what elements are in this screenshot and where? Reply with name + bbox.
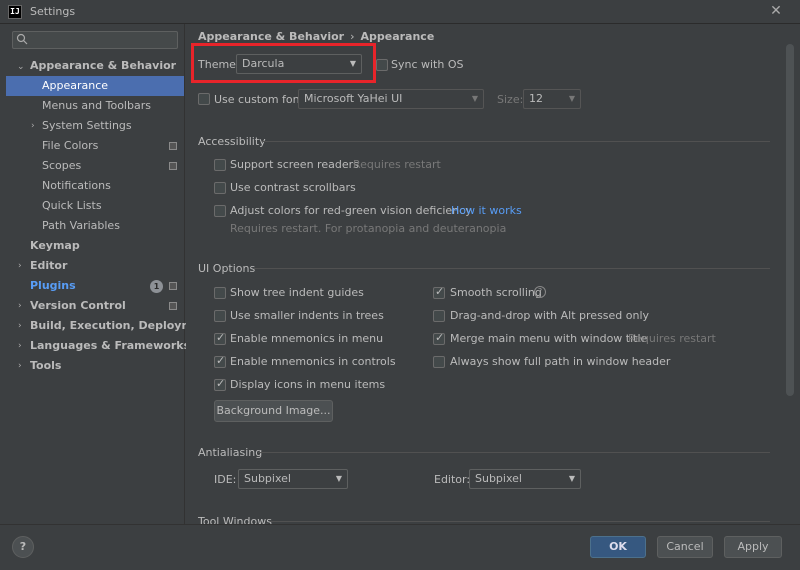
editor-antialiasing-label: Editor: <box>434 473 471 486</box>
sidebar-item-editor[interactable]: Editor <box>30 256 67 276</box>
chevron-down-icon[interactable]: ⌄ <box>17 62 27 72</box>
section-divider <box>270 521 770 522</box>
chevron-right-icon[interactable]: › <box>18 321 28 331</box>
sidebar-item-appearance-behavior[interactable]: Appearance & Behavior <box>30 56 176 76</box>
dropdown-arrow-icon: ▼ <box>335 474 342 483</box>
tree-guides-label: Show tree indent guides <box>230 286 364 299</box>
chevron-right-icon[interactable]: › <box>18 361 28 371</box>
sidebar-item-system-settings[interactable]: System Settings <box>42 116 132 136</box>
theme-highlight-box <box>191 43 376 83</box>
sidebar-item-version-control[interactable]: Version Control <box>30 296 126 316</box>
project-level-icon <box>169 142 177 150</box>
title-bar <box>0 0 800 24</box>
ide-antialiasing-dropdown[interactable]: Subpixel ▼ <box>238 469 348 489</box>
display-icons-label: Display icons in menu items <box>230 378 386 391</box>
close-icon[interactable]: ✕ <box>768 3 784 19</box>
merge-menu-checkbox[interactable] <box>433 331 445 345</box>
chevron-right-icon[interactable]: › <box>18 301 28 311</box>
font-dropdown[interactable]: Microsoft YaHei UI ▼ <box>298 89 484 109</box>
sidebar-item-languages[interactable]: Languages & Frameworks <box>30 336 190 356</box>
section-divider <box>254 268 770 269</box>
cancel-button[interactable]: Cancel <box>657 536 713 558</box>
editor-antialiasing-value: Subpixel <box>475 472 522 485</box>
sidebar-item-notifications[interactable]: Notifications <box>42 176 111 196</box>
screen-readers-hint: Requires restart <box>353 158 441 171</box>
contrast-scrollbars-checkbox[interactable] <box>214 182 226 194</box>
color-deficiency-label: Adjust colors for red-green vision defic… <box>230 204 472 217</box>
drag-drop-label: Drag-and-drop with Alt pressed only <box>450 309 650 322</box>
sidebar-item-path-variables[interactable]: Path Variables <box>42 216 120 236</box>
apply-button[interactable]: Apply <box>724 536 782 558</box>
editor-antialiasing-dropdown[interactable]: Subpixel ▼ <box>469 469 581 489</box>
sidebar-item-tools[interactable]: Tools <box>30 356 61 376</box>
contrast-scrollbars-label: Use contrast scrollbars <box>230 181 356 194</box>
help-button[interactable]: ? <box>12 536 34 558</box>
window-title: Settings <box>30 5 76 18</box>
breadcrumb-separator: › <box>350 30 355 43</box>
display-icons-checkbox[interactable] <box>214 377 226 391</box>
tree-guides-checkbox[interactable] <box>214 287 226 299</box>
ide-antialiasing-label: IDE: <box>214 473 237 486</box>
dropdown-arrow-icon: ▼ <box>568 94 575 103</box>
full-path-label: Always show full path in window header <box>450 355 671 368</box>
chevron-right-icon[interactable]: › <box>31 121 41 131</box>
background-image-button[interactable]: Background Image... <box>214 400 333 422</box>
smaller-indents-label: Use smaller indents in trees <box>230 309 384 322</box>
mnemonics-controls-checkbox[interactable] <box>214 354 226 368</box>
plugins-update-badge: 1 <box>150 280 163 293</box>
sidebar-item-appearance[interactable]: Appearance <box>42 76 108 96</box>
section-divider <box>258 452 770 453</box>
project-level-icon <box>169 302 177 310</box>
mnemonics-menu-checkbox[interactable] <box>214 331 226 345</box>
antialiasing-section-title: Antialiasing <box>198 446 263 459</box>
breadcrumb: Appearance & Behavior › Appearance <box>198 30 434 43</box>
color-deficiency-checkbox[interactable] <box>214 205 226 217</box>
chevron-right-icon[interactable]: › <box>18 341 28 351</box>
sync-with-os-label: Sync with OS <box>391 58 464 71</box>
ide-antialiasing-value: Subpixel <box>244 472 291 485</box>
screen-readers-checkbox[interactable] <box>214 159 226 171</box>
ok-button[interactable]: OK <box>590 536 646 558</box>
font-size-dropdown[interactable]: 12 ▼ <box>523 89 581 109</box>
breadcrumb-parent[interactable]: Appearance & Behavior <box>198 30 344 43</box>
how-it-works-link[interactable]: How it works <box>451 204 522 217</box>
drag-drop-checkbox[interactable] <box>433 310 445 322</box>
font-size-value: 12 <box>529 92 543 105</box>
smooth-scrolling-label: Smooth scrolling <box>450 286 542 299</box>
sidebar-item-file-colors[interactable]: File Colors <box>42 136 98 156</box>
ui-options-section-title: UI Options <box>198 262 256 275</box>
screen-readers-label: Support screen readers <box>230 158 359 171</box>
sync-with-os-checkbox[interactable] <box>376 59 388 71</box>
settings-search-input[interactable] <box>12 31 178 49</box>
mnemonics-controls-label: Enable mnemonics in controls <box>230 355 396 368</box>
chevron-right-icon[interactable]: › <box>18 261 28 271</box>
search-icon <box>16 33 28 45</box>
merge-menu-hint: Requires restart <box>628 332 716 345</box>
sidebar-item-menus-toolbars[interactable]: Menus and Toolbars <box>42 96 151 116</box>
dropdown-arrow-icon: ▼ <box>471 94 478 103</box>
accessibility-section-title: Accessibility <box>198 135 266 148</box>
help-question-icon[interactable]: ? <box>534 286 546 298</box>
font-size-label: Size: <box>497 93 524 106</box>
dropdown-arrow-icon: ▼ <box>568 474 575 483</box>
font-value: Microsoft YaHei UI <box>304 92 403 105</box>
sidebar-item-keymap[interactable]: Keymap <box>30 236 80 256</box>
project-level-icon <box>169 282 177 290</box>
mnemonics-menu-label: Enable mnemonics in menu <box>230 332 384 345</box>
smaller-indents-checkbox[interactable] <box>214 310 226 322</box>
sidebar-item-plugins[interactable]: Plugins <box>30 276 76 296</box>
project-level-icon <box>169 162 177 170</box>
custom-font-checkbox[interactable] <box>198 93 210 105</box>
section-divider <box>262 141 770 142</box>
color-deficiency-hint: Requires restart. For protanopia and deu… <box>230 222 507 235</box>
content-scrollbar[interactable] <box>786 44 794 396</box>
custom-font-label: Use custom font: <box>214 93 308 106</box>
sidebar-item-quick-lists[interactable]: Quick Lists <box>42 196 102 216</box>
smooth-scrolling-checkbox[interactable] <box>433 285 445 299</box>
intellij-app-icon: IJ <box>8 5 22 19</box>
merge-menu-label: Merge main menu with window title <box>450 332 648 345</box>
breadcrumb-current: Appearance <box>360 30 435 43</box>
sidebar-item-scopes[interactable]: Scopes <box>42 156 81 176</box>
full-path-checkbox[interactable] <box>433 356 445 368</box>
